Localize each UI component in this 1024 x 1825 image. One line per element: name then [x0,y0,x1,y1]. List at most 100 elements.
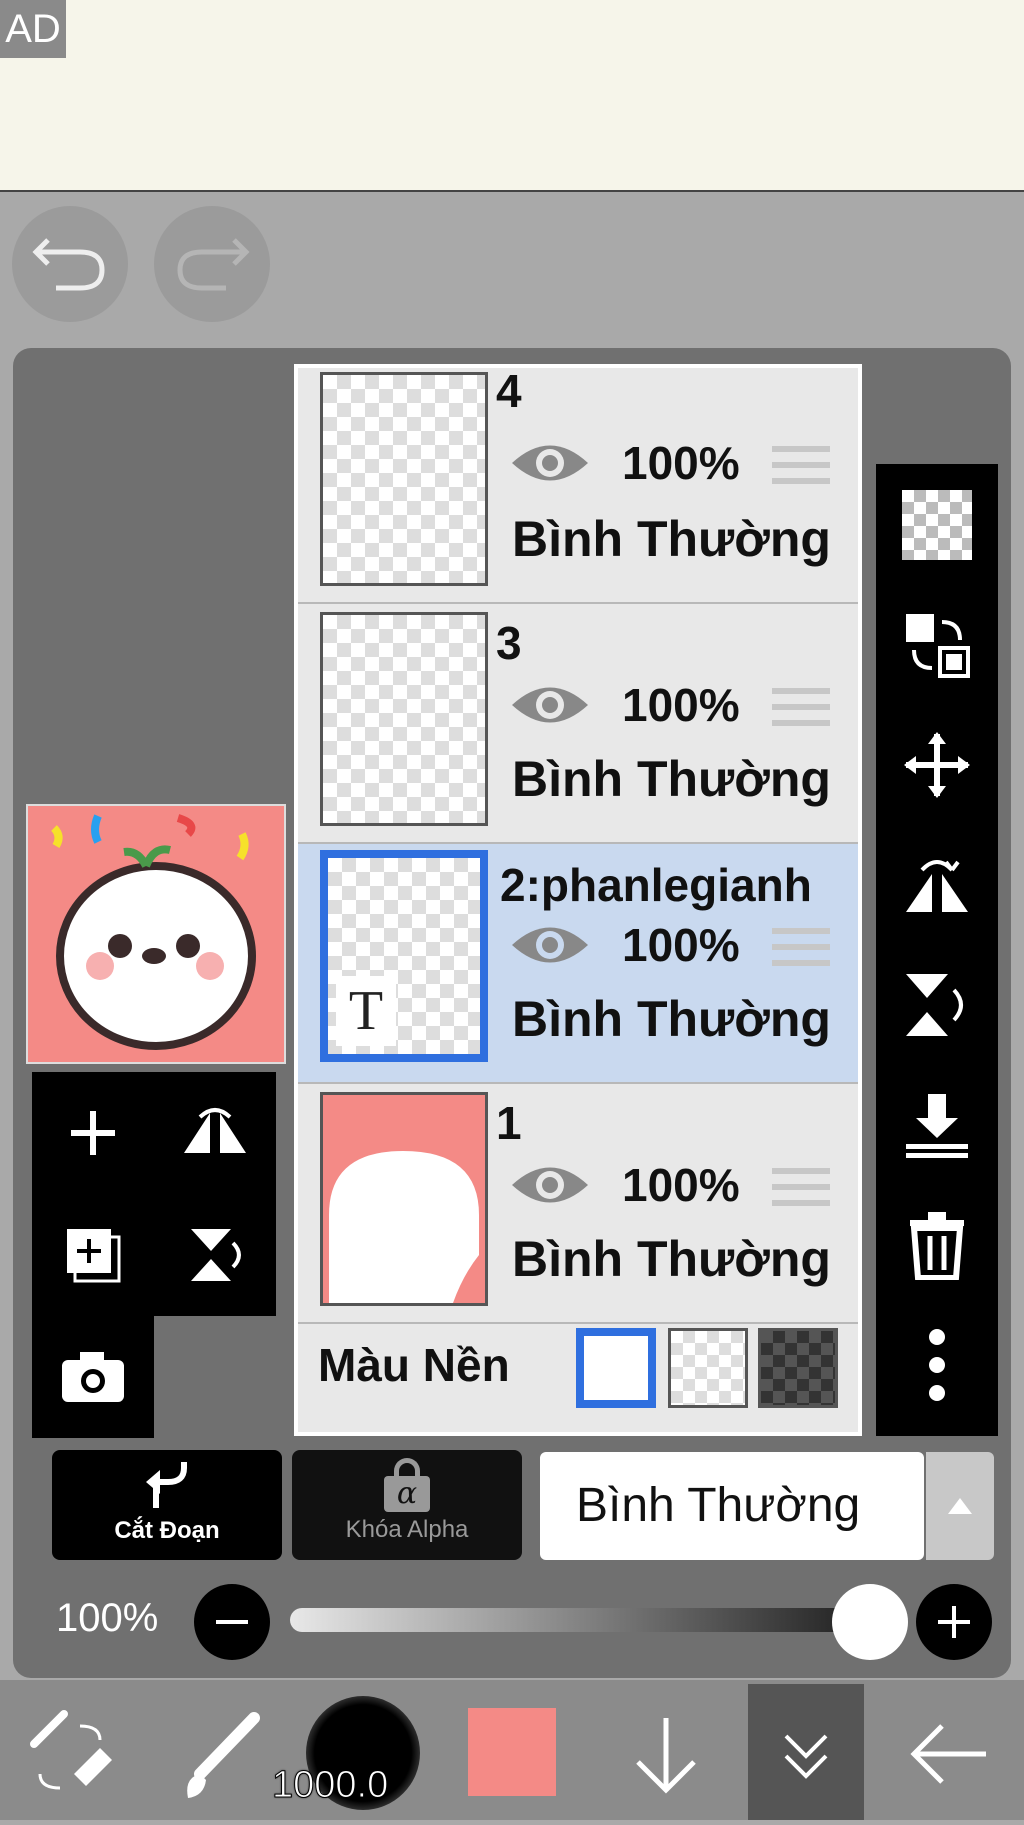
opacity-slider-track[interactable] [290,1608,906,1632]
alpha-lock-label: Khóa Alpha [345,1516,469,1543]
flip-vertical-icon [191,1229,241,1281]
preview-artwork [28,806,284,1062]
camera-icon [62,1352,124,1402]
transparency-button[interactable] [876,470,998,580]
layer-name: 2:phanlegianh [500,859,812,911]
background-color-row: Màu Nền [298,1308,858,1432]
layer-item[interactable]: 1 100% Bình Thường [298,1084,858,1324]
left-tool-palette [32,1072,276,1438]
brush-icon [187,1712,260,1798]
eye-icon[interactable] [510,680,590,730]
drag-handle-icon[interactable] [772,928,830,976]
brush-eraser-toggle-button[interactable] [20,1704,120,1804]
opacity-decrease-button[interactable] [194,1584,270,1660]
drag-handle-icon[interactable] [772,446,830,494]
move-icon [904,732,970,798]
layer-blend-mode: Bình Thường [512,1231,831,1287]
layer-blend-mode: Bình Thường [512,991,831,1047]
lock-icon: α [384,1458,430,1514]
more-options-button[interactable] [876,1310,998,1420]
layer-item[interactable]: 3 100% Bình Thường [298,604,858,844]
merge-down-button[interactable] [876,1070,998,1180]
layer-thumbnail [320,372,488,586]
layer-thumbnail: T [320,850,488,1062]
opacity-increase-button[interactable] [916,1584,992,1660]
ad-banner[interactable]: AD [0,0,1024,192]
text-layer-badge: T [336,976,396,1046]
alpha-lock-button[interactable]: α Khóa Alpha [292,1450,522,1560]
redo-icon [177,238,250,291]
trash-icon [910,1212,964,1280]
arrow-left-icon [910,1724,986,1784]
brush-tool-button[interactable] [170,1704,270,1804]
arrow-down-icon [636,1718,696,1794]
duplicate-icon [67,1229,121,1283]
layer-name: 4 [496,365,522,417]
swap-icon [906,614,970,678]
redo-button[interactable] [154,206,270,322]
layer-down-button[interactable] [616,1704,716,1804]
eye-icon[interactable] [510,438,590,488]
triangle-up-icon [948,1498,972,1514]
layer-blend-mode: Bình Thường [512,511,831,567]
layer-item[interactable]: 4 100% Bình Thường [298,365,858,604]
bottom-toolbar: 1000.0 [0,1680,1024,1820]
layer-name: 1 [496,1097,522,1149]
flip-horizontal-button[interactable] [154,1072,276,1194]
blend-mode-select[interactable]: Bình Thường [540,1452,924,1560]
drag-handle-icon[interactable] [772,1168,830,1216]
swap-layer-button[interactable] [876,590,998,700]
duplicate-layer-button[interactable] [32,1194,154,1316]
flip-vertical-icon [906,974,963,1036]
alpha-symbol: α [384,1476,430,1512]
background-dark-checker-swatch[interactable] [758,1328,838,1408]
ad-label: AD [0,0,66,58]
background-checker-swatch[interactable] [668,1328,748,1408]
plus-icon [938,1606,970,1638]
flip-horizontal-icon [906,860,968,912]
clipping-button[interactable]: Cắt Đoạn [52,1450,282,1560]
layer-name: 3 [496,617,522,669]
brush-size-value: 1000.0 [271,1764,389,1807]
blend-mode-value: Bình Thường [576,1479,861,1532]
minus-icon [216,1620,248,1624]
canvas-preview[interactable] [26,804,286,1064]
layer-opacity: 100% [622,1159,740,1211]
background-color-label: Màu Nền [318,1339,510,1391]
undo-icon [32,238,105,291]
clipping-arrow-icon [146,1462,187,1508]
move-button[interactable] [876,710,998,820]
back-button[interactable] [900,1704,1000,1804]
layer-opacity: 100% [622,437,740,489]
eye-icon[interactable] [510,920,590,970]
camera-button[interactable] [32,1316,154,1438]
brush-eraser-swap-icon [30,1710,112,1790]
layer-blend-mode: Bình Thường [512,751,831,807]
eye-icon[interactable] [510,1160,590,1210]
clipping-label: Cắt Đoạn [114,1517,220,1544]
double-chevron-down-icon [784,1734,828,1779]
checkerboard-icon [902,490,972,560]
layer-opacity: 100% [622,679,740,731]
drag-handle-icon[interactable] [772,688,830,736]
opacity-slider-thumb[interactable] [832,1584,908,1660]
layer-thumbnail [320,612,488,826]
undo-button[interactable] [12,206,128,322]
flip-vertical-button[interactable] [154,1194,276,1316]
layer-thumbnail [320,1092,488,1306]
layer-opacity: 100% [622,919,740,971]
layer-panel-toggle-button[interactable] [748,1684,864,1820]
flip-vertical-layer-button[interactable] [876,950,998,1060]
layer-list: 4 100% Bình Thường 3 100% Bình Thường T … [294,364,862,1436]
color-swatch-button[interactable] [468,1708,556,1796]
layer-item-selected[interactable]: T 2:phanlegianh 100% Bình Thường [298,844,858,1084]
flip-horizontal-icon [184,1108,246,1153]
add-layer-button[interactable] [32,1072,154,1194]
layer-thumbnail-art [329,1151,479,1303]
right-toolbar [876,464,998,1436]
background-white-swatch[interactable] [576,1328,656,1408]
flip-horizontal-layer-button[interactable] [876,830,998,940]
opacity-value: 100% [56,1596,159,1640]
delete-layer-button[interactable] [876,1190,998,1300]
blend-mode-dropdown-button[interactable] [926,1452,994,1560]
